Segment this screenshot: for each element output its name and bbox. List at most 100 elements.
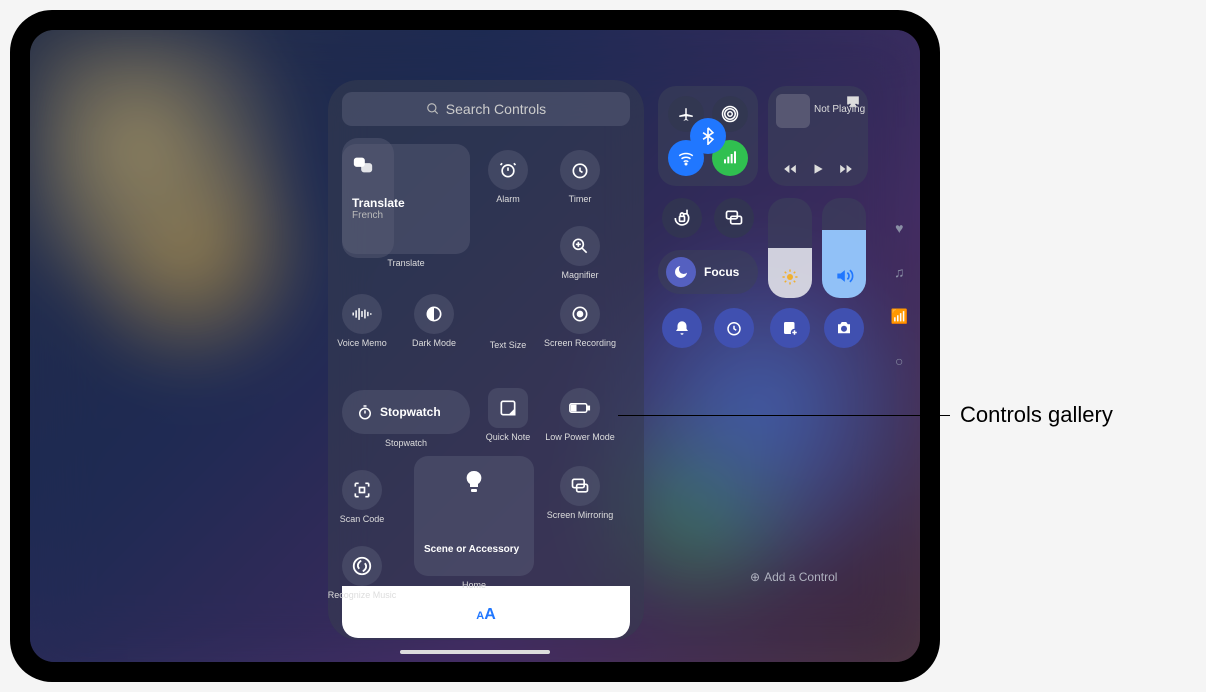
quick-note-icon: [498, 398, 518, 418]
stopwatch-label: Stopwatch: [342, 438, 470, 448]
orientation-lock-button[interactable]: [662, 198, 702, 238]
ipad-screen: Search Controls Translate French Transla…: [30, 30, 920, 662]
home-tile[interactable]: Scene or Accessory: [414, 456, 534, 576]
voice-memo-icon: [351, 305, 373, 323]
screen-mirroring-icon: [570, 476, 590, 496]
stopwatch-inline-label: Stopwatch: [380, 405, 441, 419]
brightness-slider[interactable]: [768, 198, 812, 298]
home-indicator[interactable]: [400, 650, 550, 654]
album-art-placeholder: [776, 94, 810, 128]
control-center-cluster: Not Playing: [658, 86, 888, 396]
note-cc-button[interactable]: [770, 308, 810, 348]
qr-icon: [352, 480, 372, 500]
screen-mirroring-label: Screen Mirroring: [540, 510, 620, 520]
home-scene-label: Scene or Accessory: [424, 544, 519, 555]
voice-memo-tile[interactable]: [342, 294, 382, 334]
connectivity-group: [658, 86, 758, 186]
signal-icon: 📶: [891, 308, 908, 325]
mirror-icon: [724, 208, 744, 228]
translate-label: Translate: [342, 258, 470, 268]
focus-tile[interactable]: Focus: [658, 250, 758, 294]
rewind-icon[interactable]: [783, 162, 797, 176]
voice-memo-label: Voice Memo: [322, 338, 402, 348]
gallery-grid: Translate French Translate Alarm Timer A…: [342, 138, 630, 638]
translate-title: Translate: [352, 196, 405, 210]
search-placeholder: Search Controls: [446, 101, 546, 117]
airplane-icon: [677, 105, 695, 123]
timer-icon: [570, 160, 590, 180]
timer-label: Timer: [540, 194, 620, 204]
play-icon[interactable]: [811, 162, 825, 176]
cellular-icon: [722, 150, 738, 166]
bluetooth-button[interactable]: [690, 118, 726, 154]
dark-mode-tile[interactable]: [414, 294, 454, 334]
text-size-label: Text Size: [468, 340, 548, 350]
magnifier-tile[interactable]: [560, 226, 600, 266]
camera-cc-button[interactable]: [824, 308, 864, 348]
add-control-button[interactable]: ⊕ Add a Control: [750, 570, 837, 584]
airdrop-icon: [721, 105, 739, 123]
translate-tile[interactable]: Translate French: [342, 144, 470, 254]
add-control-label: Add a Control: [764, 570, 837, 584]
now-playing-label: Not Playing: [814, 104, 865, 115]
timer-cc-icon: [725, 319, 743, 337]
screen-recording-tile[interactable]: [560, 294, 600, 334]
camera-icon: [835, 319, 853, 337]
controls-gallery-panel: Search Controls Translate French Transla…: [328, 80, 644, 640]
screen-recording-icon: [570, 304, 590, 324]
quick-note-tile[interactable]: [488, 388, 528, 428]
magnifier-icon: [570, 236, 590, 256]
dark-mode-icon: [424, 304, 444, 324]
translate-subtitle: French: [352, 210, 383, 221]
moon-icon: [673, 264, 689, 280]
alarm-icon: [498, 160, 518, 180]
callout-label: Controls gallery: [960, 402, 1113, 428]
scan-code-tile[interactable]: [342, 470, 382, 510]
orientation-lock-icon: [672, 208, 692, 228]
search-icon: [426, 102, 440, 116]
timer-tile[interactable]: [560, 150, 600, 190]
magnifier-label: Magnifier: [540, 270, 620, 280]
plus-icon: ⊕: [750, 570, 760, 584]
ipad-frame: Search Controls Translate French Transla…: [10, 10, 940, 682]
screen-mirror-button[interactable]: [714, 198, 754, 238]
forward-icon[interactable]: [839, 162, 853, 176]
low-power-tile[interactable]: [560, 388, 600, 428]
recognize-music-tile[interactable]: [342, 546, 382, 586]
recognize-music-label: Recognize Music: [322, 590, 402, 600]
now-playing-tile[interactable]: Not Playing: [768, 86, 868, 186]
note-cc-icon: [781, 319, 799, 337]
low-power-label: Low Power Mode: [540, 432, 620, 442]
timer-cc-button[interactable]: [714, 308, 754, 348]
alarm-tile[interactable]: [488, 150, 528, 190]
translate-icon: [352, 154, 374, 176]
callout-line: [618, 415, 950, 416]
screen-recording-label: Screen Recording: [540, 338, 620, 348]
text-size-icon: AA: [342, 606, 630, 624]
stopwatch-tile[interactable]: Stopwatch: [342, 390, 470, 434]
page-dot: ○: [895, 353, 903, 369]
quick-note-label: Quick Note: [468, 432, 548, 442]
lightbulb-icon: [464, 470, 484, 494]
page-indicators[interactable]: ♥ ♫ 📶 ○: [891, 220, 908, 369]
focus-label: Focus: [704, 265, 739, 279]
volume-slider[interactable]: [822, 198, 866, 298]
home-label: Home: [414, 580, 534, 590]
bell-icon: [673, 319, 691, 337]
search-input[interactable]: Search Controls: [342, 92, 630, 126]
scan-code-label: Scan Code: [322, 514, 402, 524]
brightness-icon: [781, 268, 799, 286]
screen-mirroring-tile[interactable]: [560, 466, 600, 506]
media-controls: [768, 162, 868, 176]
alarm-label: Alarm: [468, 194, 548, 204]
shazam-icon: [351, 555, 373, 577]
battery-icon: [569, 401, 591, 415]
music-icon: ♫: [894, 264, 905, 280]
wifi-icon: [677, 149, 695, 167]
bluetooth-icon: [701, 127, 715, 145]
dark-mode-label: Dark Mode: [394, 338, 474, 348]
stopwatch-icon: [356, 403, 374, 421]
volume-icon: [834, 266, 854, 286]
heart-icon: ♥: [895, 220, 903, 236]
silent-button[interactable]: [662, 308, 702, 348]
